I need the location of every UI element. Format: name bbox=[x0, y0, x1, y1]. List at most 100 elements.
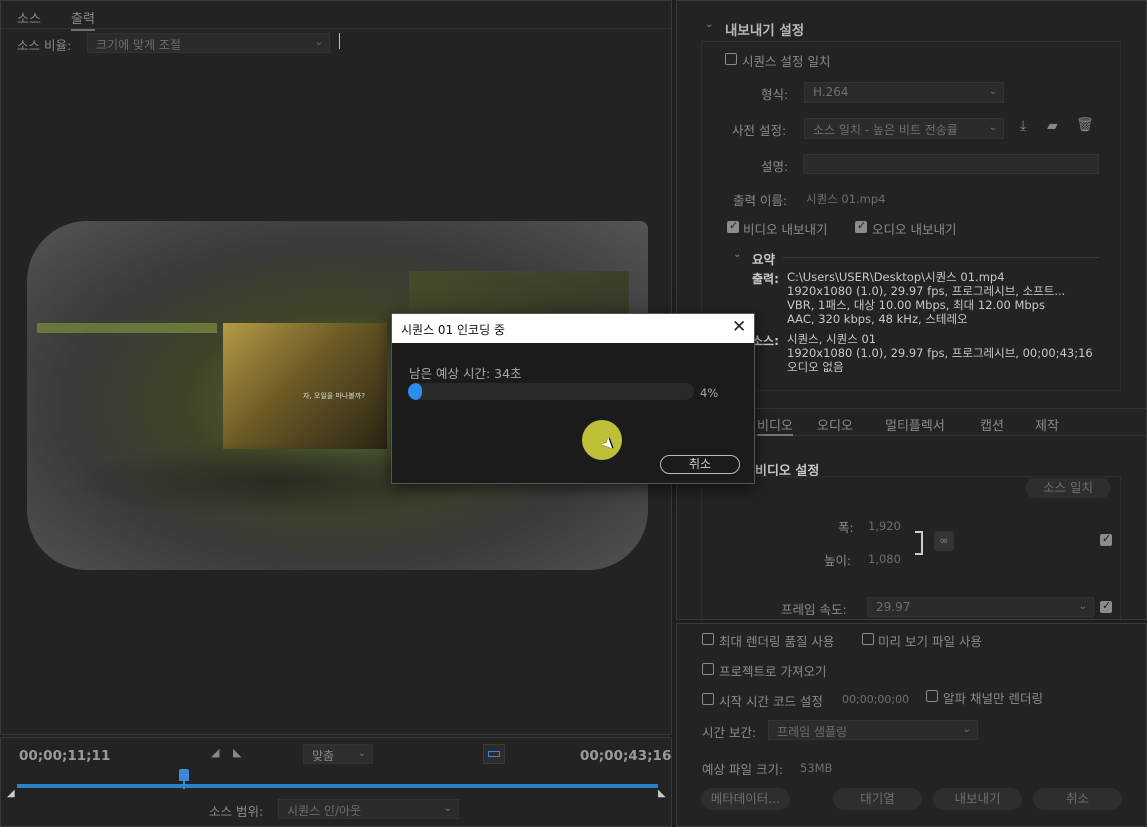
export-video-label: 비디오 내보내기 bbox=[743, 222, 828, 237]
frame-rate-value: 29.97 bbox=[876, 600, 911, 614]
queue-button[interactable]: 대기열 bbox=[833, 788, 922, 810]
aspect-bracket bbox=[915, 531, 923, 555]
dialog-title: 시퀀스 01 인코딩 중 bbox=[401, 323, 505, 337]
comment-label: 설명: bbox=[761, 159, 789, 174]
match-source-button[interactable]: 소스 일치 bbox=[1025, 478, 1111, 498]
mark-out-icon[interactable]: ◣ bbox=[233, 746, 241, 759]
match-sequence-checkbox[interactable] bbox=[725, 53, 737, 65]
alpha-only-checkbox[interactable] bbox=[926, 690, 938, 702]
width-label: 폭: bbox=[838, 520, 854, 535]
preset-label: 사전 설정: bbox=[732, 123, 787, 138]
tab-captions[interactable]: 캡션 bbox=[980, 415, 1004, 434]
summary-title: 요약 bbox=[752, 252, 776, 267]
match-sequence-label: 시퀀스 설정 일치 bbox=[742, 54, 831, 69]
progress-fill bbox=[408, 383, 422, 400]
monitor-tab-bar: 소스 출력 bbox=[1, 1, 671, 31]
frame-rate-dropdown[interactable]: 29.97 ⌄ bbox=[867, 597, 1094, 617]
dialog-cancel-label: 취소 bbox=[688, 457, 712, 471]
width-value[interactable]: 1,920 bbox=[868, 519, 901, 533]
crop-icon[interactable] bbox=[483, 744, 505, 764]
frame-rate-checkbox[interactable] bbox=[1100, 599, 1112, 613]
summary-output-label: 출력: bbox=[752, 272, 779, 286]
mark-in-icon[interactable]: ◢ bbox=[211, 746, 219, 759]
height-value[interactable]: 1,080 bbox=[868, 552, 901, 566]
tab-output[interactable]: 출력 bbox=[71, 8, 95, 31]
text-cursor bbox=[339, 33, 340, 49]
est-size-label: 예상 파일 크기: bbox=[702, 762, 784, 777]
tab-source[interactable]: 소스 bbox=[17, 8, 41, 27]
use-preview-label: 미리 보기 파일 사용 bbox=[878, 634, 982, 649]
summary-chevron-icon[interactable]: ⌄ bbox=[733, 249, 741, 260]
summary-output-line: VBR, 1패스, 대상 10.00 Mbps, 최대 12.00 Mbps bbox=[787, 298, 1045, 312]
chevron-down-icon: ⌄ bbox=[962, 724, 971, 735]
height-label: 높이: bbox=[824, 553, 852, 568]
output-name-label: 출력 이름: bbox=[733, 193, 788, 208]
tab-video[interactable]: 비디오 bbox=[757, 415, 793, 436]
use-preview-checkbox[interactable] bbox=[862, 633, 874, 645]
source-range-dropdown[interactable]: 시퀀스 인/아웃 ⌄ bbox=[278, 799, 459, 819]
tab-publish[interactable]: 제작 bbox=[1035, 415, 1059, 434]
summary-source-line: 시퀀스, 시퀀스 01 bbox=[787, 332, 877, 346]
metadata-button[interactable]: 메타데이터... bbox=[701, 788, 790, 810]
export-audio-checkbox[interactable] bbox=[855, 219, 867, 233]
summary-output-line: AAC, 320 kbps, 48 kHz, 스테레오 bbox=[787, 312, 968, 326]
save-preset-icon[interactable]: ⤓ bbox=[1020, 118, 1026, 134]
chevron-down-icon: ⌄ bbox=[988, 122, 997, 133]
close-icon[interactable]: ✕ bbox=[732, 317, 746, 337]
time-interp-dropdown[interactable]: 프레임 샘플링 ⌄ bbox=[768, 720, 978, 740]
total-timecode: 00;00;43;16 bbox=[580, 748, 672, 764]
summary-output-line: C:\Users\USER\Desktop\시퀀스 01.mp4 bbox=[787, 270, 1005, 284]
chevron-down-icon: ⌄ bbox=[357, 748, 366, 759]
start-tc-value[interactable]: 00;00;00;00 bbox=[842, 693, 909, 706]
encoding-dialog: 시퀀스 01 인코딩 중 ✕ 남은 예상 시간: 34초 4% 취소 ➤ bbox=[391, 313, 755, 484]
width-height-checkbox[interactable] bbox=[1100, 532, 1112, 546]
export-video-checkbox[interactable] bbox=[727, 219, 739, 233]
export-button[interactable]: 내보내기 bbox=[933, 788, 1022, 810]
summary-source-line: 오디오 없음 bbox=[787, 360, 844, 374]
source-scale-dropdown[interactable]: 크기에 맞게 조절 ⌄ bbox=[87, 33, 330, 53]
alpha-only-label: 알파 채널만 렌더링 bbox=[943, 691, 1043, 706]
cancel-export-button[interactable]: 취소 bbox=[1033, 788, 1122, 810]
tab-audio[interactable]: 오디오 bbox=[817, 415, 853, 434]
comment-field[interactable] bbox=[803, 154, 1099, 174]
summary-source-line: 1920x1080 (1.0), 29.97 fps, 프로그레시브, 00;0… bbox=[787, 346, 1093, 360]
collapse-chevron-icon[interactable]: ⌄ bbox=[705, 19, 713, 30]
max-render-label: 최대 렌더링 품질 사용 bbox=[719, 634, 835, 649]
chevron-down-icon: ⌄ bbox=[988, 86, 997, 97]
summary-source-lines: 시퀀스, 시퀀스 01 1920x1080 (1.0), 29.97 fps, … bbox=[787, 332, 1107, 374]
source-scale-value: 크기에 맞게 조절 bbox=[96, 38, 181, 52]
start-tc-checkbox[interactable] bbox=[702, 693, 714, 705]
source-scale-label: 소스 비율: bbox=[17, 38, 72, 53]
video-inset-face bbox=[223, 323, 387, 449]
source-range-label: 소스 범위: bbox=[209, 804, 264, 819]
import-project-label: 프로젝트로 가져오기 bbox=[719, 664, 827, 679]
link-icon[interactable]: ∞ bbox=[934, 531, 954, 551]
delete-preset-icon[interactable]: 🗑 bbox=[1076, 117, 1094, 133]
video-green-bar bbox=[37, 323, 217, 333]
dialog-cancel-button[interactable]: 취소 bbox=[660, 455, 740, 474]
chevron-down-icon: ⌄ bbox=[314, 37, 323, 48]
export-bottom-panel: 최대 렌더링 품질 사용 미리 보기 파일 사용 프로젝트로 가져오기 시작 시… bbox=[676, 623, 1147, 827]
preset-dropdown[interactable]: 소스 일치 - 높은 비트 전송률 ⌄ bbox=[804, 118, 1004, 139]
tab-multiplexer[interactable]: 멀티플렉서 bbox=[885, 415, 945, 434]
scrub-bar[interactable] bbox=[17, 784, 658, 788]
format-value: H.264 bbox=[813, 85, 849, 99]
frame-rate-label: 프레임 속도: bbox=[781, 602, 847, 617]
playhead-line bbox=[183, 779, 185, 789]
format-dropdown[interactable]: H.264 ⌄ bbox=[804, 82, 1004, 103]
time-interp-value: 프레임 샘플링 bbox=[777, 725, 848, 739]
remaining-time: 남은 예상 시간: 34초 bbox=[409, 366, 522, 381]
export-settings-panel: ⌄ 내보내기 설정 시퀀스 설정 일치 형식: H.264 ⌄ 사전 설정: 소… bbox=[676, 0, 1147, 621]
fit-dropdown[interactable]: 맞춤 ⌄ bbox=[303, 744, 373, 764]
in-point-marker-icon[interactable]: ◢ bbox=[7, 788, 15, 799]
format-label: 형식: bbox=[761, 87, 789, 102]
import-preset-icon[interactable]: ▰ bbox=[1047, 118, 1058, 134]
current-timecode[interactable]: 00;00;11;11 bbox=[19, 748, 110, 764]
import-project-checkbox[interactable] bbox=[702, 663, 714, 675]
summary-source-label: 소스: bbox=[752, 334, 779, 348]
dialog-title-bar: 시퀀스 01 인코딩 중 ✕ bbox=[392, 314, 754, 343]
max-render-checkbox[interactable] bbox=[702, 633, 714, 645]
fit-value: 맞춤 bbox=[312, 749, 335, 763]
output-name-link[interactable]: 시퀀스 01.mp4 bbox=[806, 191, 886, 207]
out-point-marker-icon[interactable]: ◣ bbox=[658, 788, 666, 799]
